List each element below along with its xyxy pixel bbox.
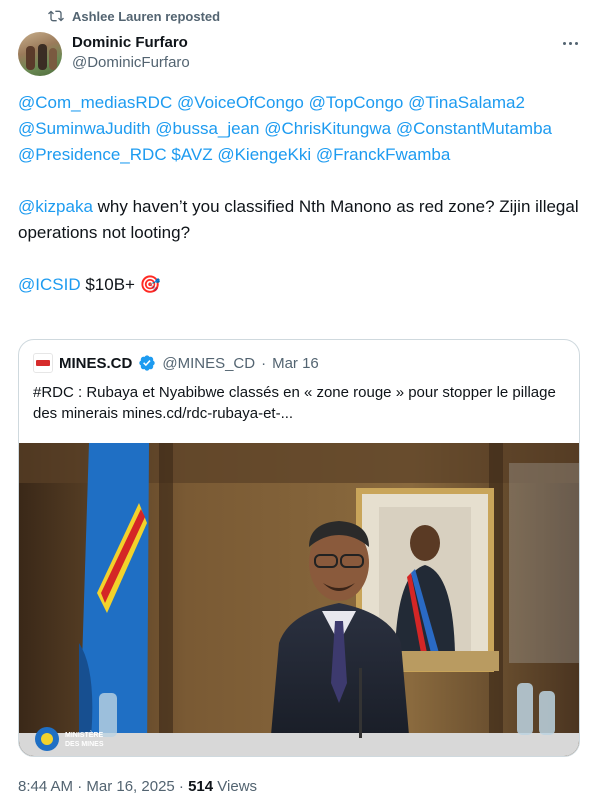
quote-author-handle[interactable]: @MINES_CD [162, 355, 255, 372]
mention-link[interactable]: @Com_mediasRDC [18, 93, 172, 112]
mention-link[interactable]: @FranckFwamba [316, 145, 450, 164]
quote-header: MINES.CD @MINES_CD · Mar 16 [33, 353, 319, 373]
author-avatar[interactable] [18, 32, 62, 76]
mention-link[interactable]: @KiengeKki [217, 145, 311, 164]
question-paragraph: @kizpaka why haven’t you classified Nth … [18, 194, 584, 246]
quoted-tweet-card[interactable]: MINES.CD @MINES_CD · Mar 16 #RDC : Rubay… [18, 339, 580, 757]
quote-separator: · [261, 354, 267, 372]
question-text: why haven’t you classified Nth Manono as… [18, 197, 579, 242]
target-emoji-icon: 🎯 [139, 275, 161, 294]
quote-text: #RDC : Rubaya et Nyabibwe classés en « z… [33, 384, 556, 422]
press-photo: MINISTÈRE DES MINES [19, 443, 579, 756]
views-label: Views [213, 778, 258, 795]
mention-link[interactable]: @TopCongo [309, 93, 404, 112]
author-handle[interactable]: @DominicFurfaro [72, 53, 190, 73]
quote-date[interactable]: Mar 16 [272, 355, 319, 372]
mentions-paragraph: @Com_mediasRDC @VoiceOfCongo @TopCongo @… [18, 90, 584, 168]
mention-link[interactable]: @kizpaka [18, 197, 93, 216]
mention-link[interactable]: @SuminwaJudith [18, 119, 151, 138]
mention-link[interactable]: @VoiceOfCongo [177, 93, 304, 112]
verified-badge-icon [139, 355, 156, 371]
views-count[interactable]: 514 [188, 778, 213, 795]
icsid-paragraph: @ICSID $10B+ 🎯 [18, 272, 584, 298]
cashtag-link[interactable]: $AVZ [171, 145, 212, 164]
mention-link[interactable]: @ICSID [18, 275, 81, 294]
repost-icon [48, 10, 64, 22]
author-name[interactable]: Dominic Furfaro [72, 33, 190, 53]
mention-link[interactable]: @ConstantMutamba [396, 119, 552, 138]
tweet-meta: 8:44 AM · Mar 16, 2025 · 514 Views [18, 778, 257, 795]
svg-text:DES MINES: DES MINES [65, 741, 104, 748]
tweet-text: @Com_mediasRDC @VoiceOfCongo @TopCongo @… [18, 90, 584, 298]
quote-author-name[interactable]: MINES.CD [59, 355, 132, 372]
author-block[interactable]: Dominic Furfaro @DominicFurfaro [72, 33, 190, 73]
mention-link[interactable]: @ChrisKitungwa [264, 119, 391, 138]
repost-indicator[interactable]: Ashlee Lauren reposted [48, 8, 220, 24]
mention-link[interactable]: @TinaSalama2 [408, 93, 525, 112]
more-dots-icon [562, 41, 566, 45]
mention-link[interactable]: @bussa_jean [155, 119, 259, 138]
quote-avatar[interactable] [33, 353, 53, 373]
svg-text:MINISTÈRE: MINISTÈRE [65, 730, 103, 739]
repost-label: Ashlee Lauren reposted [72, 8, 221, 24]
more-options-button[interactable] [558, 34, 582, 52]
quote-media-image[interactable]: MINISTÈRE DES MINES [19, 443, 579, 756]
icsid-text: $10B+ [80, 275, 140, 294]
tweet-timestamp[interactable]: 8:44 AM · Mar 16, 2025 · [18, 778, 188, 795]
mention-link[interactable]: @Presidence_RDC [18, 145, 167, 164]
